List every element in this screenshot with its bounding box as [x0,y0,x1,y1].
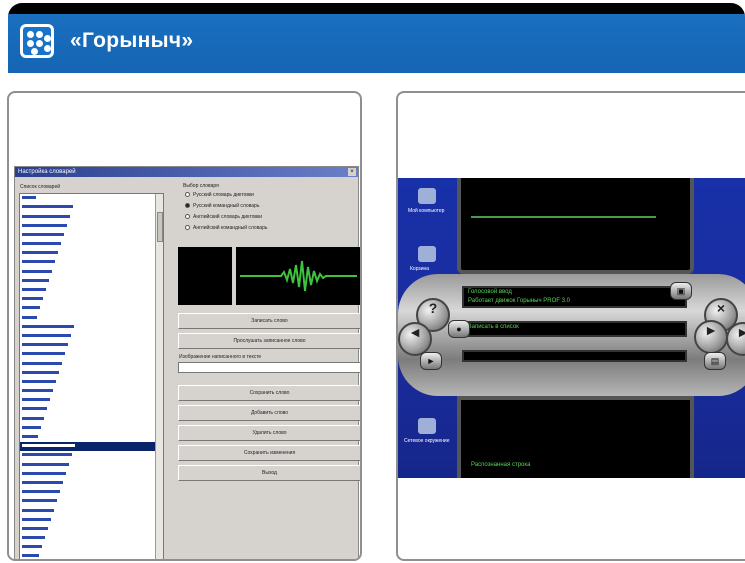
list-item[interactable] [20,222,163,231]
list-item[interactable] [20,277,163,286]
list-item[interactable] [20,460,163,469]
signal-display-top [457,178,694,274]
dictionary-option-3[interactable]: Английский словарь диктовки [185,214,262,220]
list-item[interactable] [20,231,163,240]
word-input[interactable] [178,362,360,373]
list-item[interactable] [20,396,163,405]
list-item[interactable] [20,424,163,433]
list-item[interactable] [20,304,163,313]
dictionary-option-4[interactable]: Английский командный словарь [185,225,267,231]
list-item[interactable] [20,415,163,424]
list-item[interactable] [20,543,163,552]
list-item[interactable] [20,268,163,277]
forward-icon[interactable]: ► [420,352,442,370]
list-item[interactable] [20,525,163,534]
recycle-bin-icon[interactable] [418,246,436,262]
dictionary-option-2[interactable]: Русский командный словарь [185,203,259,209]
my-computer-icon[interactable] [418,188,436,204]
delete-word-button[interactable]: Удалить слово [178,425,360,441]
save-changes-button[interactable]: Сохранить изменения [178,445,360,461]
desktop-background: Мой компьютер Корзина Сетевое окружение … [398,178,745,478]
add-word-button[interactable]: Добавить слово [178,405,360,421]
list-item[interactable] [20,212,163,221]
list-item[interactable] [20,313,163,322]
list-item[interactable] [20,488,163,497]
record-word-button[interactable]: Записать слово [178,313,360,329]
dictionary-option-1[interactable]: Русский словарь диктовки [185,192,254,198]
list-item[interactable] [20,249,163,258]
list-item[interactable] [20,534,163,543]
exit-button[interactable]: Выход [178,465,360,481]
list-item[interactable] [20,442,163,452]
header-bar: «Горыныч» [8,3,745,73]
status-line-2: Работает движок Горыныч PROF 3.0 [468,298,570,304]
play-word-button[interactable]: Прослушать записанное слово [178,333,360,349]
list-item[interactable] [20,286,163,295]
list-item[interactable] [20,451,163,460]
word-field-label: Изображение написанного в тексте [179,354,262,360]
list-item[interactable] [20,341,163,350]
list-item[interactable] [20,516,163,525]
dots-grid-icon [20,24,54,58]
list-item[interactable] [20,479,163,488]
chart-icon[interactable]: ▤ [704,352,726,370]
waveform-preview-small [178,247,232,305]
settings-icon[interactable]: ▣ [670,282,692,300]
word-list[interactable] [19,193,164,559]
list-item[interactable] [20,552,163,559]
status-line-1: Голосовой ввод [468,289,512,295]
arrow-left-icon[interactable]: ◄ [398,322,432,356]
dialog-titlebar: Настройка словарей × [15,167,358,177]
progress-lcd [462,350,687,362]
list-item[interactable] [20,240,163,249]
list-item[interactable] [20,387,163,396]
waveform-preview [236,247,360,305]
close-icon[interactable]: × [348,168,356,176]
dictionary-select-label: Выбор словаря [183,183,219,189]
page-title: «Горыныч» [70,29,194,52]
list-item[interactable] [20,433,163,442]
screenshot-frame-right: Мой компьютер Корзина Сетевое окружение … [396,91,745,561]
list-item[interactable] [20,295,163,304]
list-item[interactable] [20,194,163,203]
control-console: Голосовой ввод Работает движок Горыныч P… [398,274,745,396]
list-item[interactable] [20,203,163,212]
list-item[interactable] [20,405,163,414]
list-item[interactable] [20,506,163,515]
list-item[interactable] [20,497,163,506]
list-item[interactable] [20,470,163,479]
list-item[interactable] [20,369,163,378]
dialog-title: Настройка словарей [18,169,76,175]
dictionary-list-label: Список словарей [20,184,61,190]
list-item[interactable] [20,323,163,332]
network-icon[interactable] [418,418,436,434]
list-item[interactable] [20,332,163,341]
list-item[interactable] [20,350,163,359]
list-item[interactable] [20,359,163,368]
list-item[interactable] [20,378,163,387]
signal-level-line [471,216,656,218]
desktop-icon-label: Корзина [410,266,430,272]
list-scrollbar[interactable] [155,194,163,559]
record-icon[interactable]: ● [448,320,470,338]
change-word-button[interactable]: Сохранить слово [178,385,360,401]
recognition-display: Распознанная строка [457,396,694,478]
dictionary-settings-dialog: Настройка словарей × Список словарей Выб… [14,166,360,559]
desktop-icon-label: Сетевое окружение [404,438,450,444]
status-lcd: Голосовой ввод Работает движок Горыныч P… [462,286,687,308]
play-button[interactable]: ► [694,320,728,354]
desktop-icon-label: Мой компьютер [408,208,445,214]
screenshot-frame-left: Настройка словарей × Список словарей Выб… [7,91,362,561]
recognized-text-label: Распознанная строка [471,462,531,468]
command-lcd: Записать в список [462,321,687,337]
list-item[interactable] [20,258,163,267]
